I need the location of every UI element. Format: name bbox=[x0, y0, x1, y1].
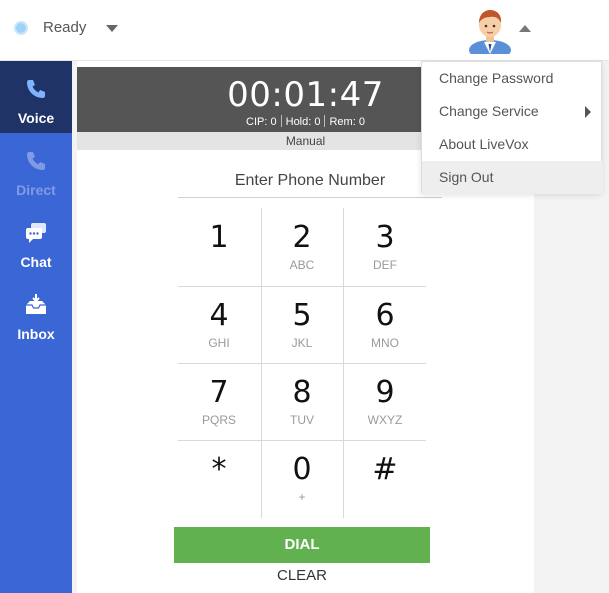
status-label[interactable]: Ready bbox=[43, 19, 86, 36]
user-menu: Change Password Change Service About Liv… bbox=[421, 61, 603, 194]
menu-item-change-password[interactable]: Change Password bbox=[422, 62, 603, 95]
avatar[interactable] bbox=[467, 6, 513, 54]
sidebar-item-chat[interactable]: Chat bbox=[0, 205, 72, 277]
key-digit: 8 bbox=[292, 375, 312, 410]
dial-button[interactable]: DIAL bbox=[174, 527, 430, 563]
app-root: Ready Voice Direct Chat Inbox 00:01:47 C… bbox=[0, 0, 609, 593]
phone-icon bbox=[27, 152, 45, 170]
menu-item-about[interactable]: About LiveVox bbox=[422, 128, 603, 161]
hold-count: Hold: 0 bbox=[285, 116, 321, 128]
key-digit: 7 bbox=[209, 375, 229, 410]
key-digit: 3 bbox=[375, 220, 395, 255]
status-indicator-icon bbox=[14, 21, 28, 35]
sidebar-item-voice[interactable]: Voice bbox=[0, 61, 72, 133]
key-9[interactable]: 9 WXYZ bbox=[344, 363, 426, 440]
menu-item-sign-out[interactable]: Sign Out bbox=[422, 161, 603, 194]
menu-item-label: Change Service bbox=[439, 103, 539, 119]
cip-count: CIP: 0 bbox=[246, 116, 277, 128]
key-letters: + bbox=[298, 490, 306, 504]
sidebar: Voice Direct Chat Inbox bbox=[0, 61, 72, 593]
key-2[interactable]: 2 ABC bbox=[261, 208, 343, 285]
menu-item-label: About LiveVox bbox=[439, 136, 529, 152]
menu-item-label: Change Password bbox=[439, 70, 554, 86]
sidebar-item-label: Chat bbox=[20, 254, 52, 270]
key-digit: 5 bbox=[292, 298, 312, 333]
key-7[interactable]: 7 PQRS bbox=[178, 363, 260, 440]
key-digit: 4 bbox=[209, 298, 229, 333]
key-letters: PQRS bbox=[201, 413, 236, 427]
key-letters: DEF bbox=[373, 258, 397, 272]
key-5[interactable]: 5 JKL bbox=[261, 286, 343, 363]
key-letters: JKL bbox=[291, 336, 313, 350]
key-6[interactable]: 6 MNO bbox=[344, 286, 426, 363]
key-digit: * bbox=[211, 452, 227, 487]
key-digit: 6 bbox=[375, 298, 395, 333]
key-digit: # bbox=[372, 452, 398, 487]
chat-icon bbox=[26, 223, 46, 243]
key-hash[interactable]: # bbox=[344, 440, 426, 517]
key-3[interactable]: 3 DEF bbox=[344, 208, 426, 285]
sidebar-item-direct[interactable]: Direct bbox=[0, 133, 72, 205]
key-letters: MNO bbox=[371, 336, 399, 350]
sidebar-item-label: Voice bbox=[17, 110, 55, 126]
chevron-up-icon[interactable] bbox=[519, 25, 531, 32]
keypad: 1 2 ABC 3 DEF 4 GHI 5 JKL 6 MNO 7 PQRS 8… bbox=[178, 208, 426, 518]
menu-item-label: Sign Out bbox=[439, 169, 494, 185]
sidebar-item-inbox[interactable]: Inbox bbox=[0, 277, 72, 349]
menu-item-change-service[interactable]: Change Service bbox=[422, 95, 603, 128]
key-letters: GHI bbox=[208, 336, 230, 350]
key-4[interactable]: 4 GHI bbox=[178, 286, 260, 363]
phone-number-input[interactable] bbox=[178, 164, 442, 198]
key-8[interactable]: 8 TUV bbox=[261, 363, 343, 440]
top-bar: Ready bbox=[0, 0, 609, 61]
phone-icon bbox=[27, 80, 45, 98]
inbox-icon bbox=[26, 294, 46, 314]
key-letters: ABC bbox=[289, 258, 315, 272]
chevron-down-icon[interactable] bbox=[106, 25, 118, 32]
key-digit: 9 bbox=[375, 375, 395, 410]
key-letters: TUV bbox=[290, 413, 314, 427]
rem-count: Rem: 0 bbox=[329, 116, 365, 128]
key-digit: 1 bbox=[209, 220, 229, 255]
sidebar-item-label: Direct bbox=[16, 182, 56, 198]
key-digit: 0 bbox=[292, 452, 312, 487]
key-star[interactable]: * bbox=[178, 440, 260, 517]
chevron-right-icon bbox=[585, 106, 591, 118]
key-0[interactable]: 0 + bbox=[261, 440, 343, 517]
clear-button[interactable]: CLEAR bbox=[174, 567, 430, 587]
key-letters: WXYZ bbox=[367, 413, 403, 427]
key-1[interactable]: 1 bbox=[178, 208, 260, 285]
sidebar-item-label: Inbox bbox=[17, 326, 55, 342]
key-digit: 2 bbox=[292, 220, 312, 255]
